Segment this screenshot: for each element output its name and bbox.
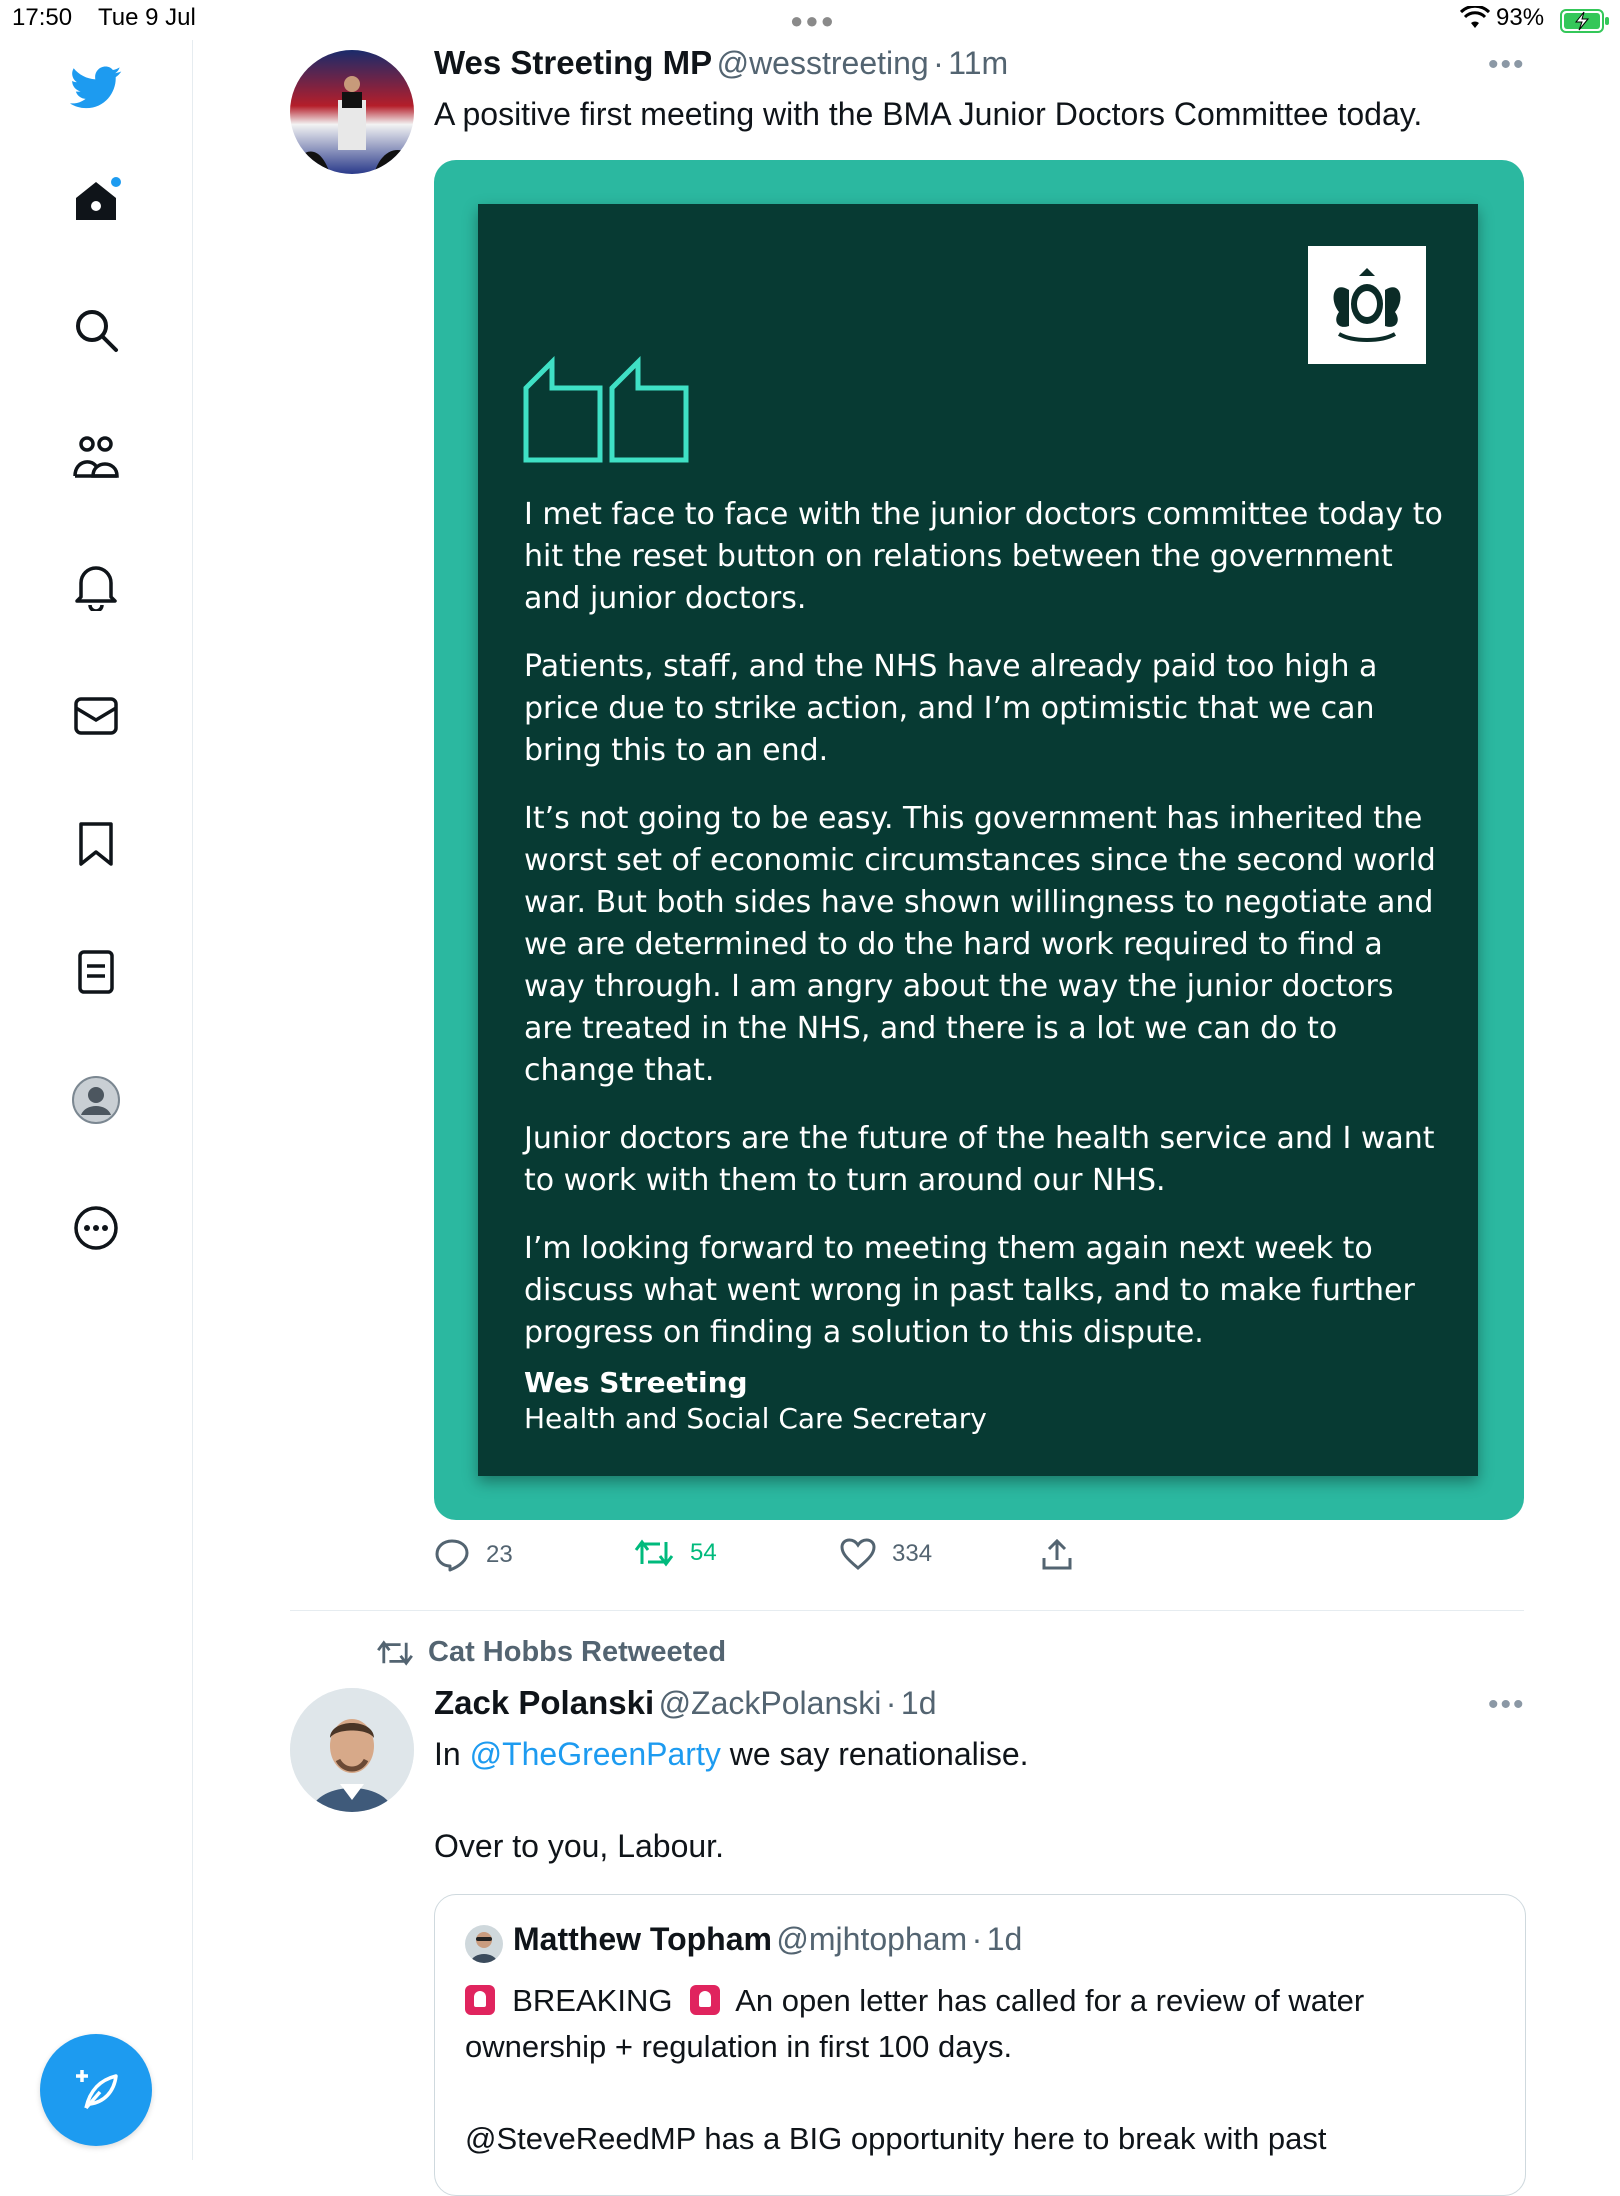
tweet2-more-icon[interactable]: ••• (1488, 1688, 1526, 1722)
sidebar (0, 40, 193, 2160)
quoted-breaking: BREAKING (512, 1983, 673, 2018)
tweet2-text: In @TheGreenParty we say renationalise. (434, 1736, 1029, 1773)
tweet1-text: A positive first meeting with the BMA Ju… (434, 96, 1423, 132)
tweet1-sep: · (933, 45, 944, 81)
tweet2-author-name[interactable]: Zack Polanski (434, 1684, 654, 1721)
wifi-icon (1460, 6, 1490, 28)
retweeted-by[interactable]: Cat Hobbs Retweeted (376, 1636, 726, 1669)
compose-feather-icon (76, 2070, 118, 2110)
status-bar: 17:50 Tue 9 Jul ●●● 93% (0, 0, 1620, 40)
profile-avatar-icon[interactable] (68, 1072, 124, 1128)
siren-emoji-icon (689, 1985, 720, 2015)
battery-percent: 93% (1496, 4, 1545, 31)
notifications-bell-icon[interactable] (68, 558, 124, 614)
card-paragraph-1: I met face to face with the junior docto… (524, 497, 1443, 616)
tweet1-handle[interactable]: @wesstreeting (717, 45, 929, 81)
tweet1-author-name[interactable]: Wes Streeting MP (434, 44, 712, 81)
tweet2-handle[interactable]: @ZackPolanski (659, 1685, 882, 1721)
siren-emoji-icon (465, 1985, 495, 2015)
status-time: 17:50 (12, 4, 73, 31)
reply-icon (435, 1539, 469, 1572)
tweet2-sep: · (885, 1685, 897, 1721)
matthew-topham-avatar (465, 1925, 503, 1963)
share-button[interactable] (1040, 1538, 1074, 1572)
royal-crest-logo (1308, 246, 1426, 364)
quoted-line-2: ownership + regulation in first 100 days… (465, 2029, 1013, 2064)
card-signature-role: Health and Social Care Secretary (524, 1402, 987, 1435)
retweet-icon (377, 1639, 413, 1666)
tweet1-image[interactable]: I met face to face with the junior docto… (434, 160, 1524, 1520)
quoted-tweet[interactable]: Matthew Topham @mjhtopham · 1d BREAKING … (434, 1894, 1526, 2196)
card-paragraph-5: I’m looking forward to meeting them agai… (524, 1231, 1415, 1350)
tweet1-time[interactable]: 11m (948, 45, 1008, 81)
statement-card: I met face to face with the junior docto… (478, 204, 1478, 1476)
retweet-button[interactable]: 54 (634, 1538, 717, 1568)
heart-icon (840, 1538, 876, 1570)
tweet1-header: Wes Streeting MP @wesstreeting · 11m (434, 44, 1008, 82)
quoted-sep: · (971, 1921, 983, 1957)
tweet2-time[interactable]: 1d (901, 1685, 937, 1721)
search-icon[interactable] (68, 302, 124, 358)
retweet-icon (634, 1539, 674, 1567)
quoted-time: 1d (986, 1921, 1023, 1957)
tweet2-header: Zack Polanski @ZackPolanski · 1d (434, 1684, 937, 1722)
tweet2-text-prefix: In (434, 1736, 470, 1772)
more-circle-icon[interactable] (68, 1200, 124, 1256)
card-paragraph-4: Junior doctors are the future of the hea… (524, 1121, 1435, 1198)
tweet-divider (290, 1610, 1524, 1611)
messages-envelope-icon[interactable] (68, 688, 124, 744)
quoted-line-1-rest: An open letter has called for a review o… (735, 1983, 1365, 2018)
card-paragraph-2: Patients, staff, and the NHS have alread… (524, 649, 1378, 768)
quoted-line-1: BREAKING An open letter has called for a… (465, 1983, 1364, 2019)
compose-tweet-button[interactable] (40, 2034, 152, 2146)
communities-icon[interactable] (68, 430, 124, 486)
home-icon[interactable] (68, 172, 124, 228)
wes-streeting-avatar[interactable] (290, 50, 414, 174)
share-icon (1042, 1538, 1072, 1570)
zack-polanski-avatar[interactable] (290, 1688, 414, 1812)
bookmarks-icon[interactable] (68, 816, 124, 872)
battery-charging-icon (1560, 9, 1609, 33)
reply-button[interactable]: 23 (434, 1538, 513, 1572)
tweet1-more-icon[interactable]: ••• (1488, 48, 1526, 82)
retweet-count: 54 (690, 1539, 717, 1566)
quoted-header: Matthew Topham @mjhtopham · 1d (513, 1921, 1022, 1958)
twitter-bird-icon[interactable] (68, 60, 124, 116)
card-paragraph-3: It’s not going to be easy. This governme… (524, 801, 1436, 1088)
like-count: 334 (892, 1540, 933, 1567)
quoted-author-name: Matthew Topham (513, 1921, 772, 1957)
tweet2-text-suffix: we say renationalise. (720, 1736, 1029, 1772)
green-party-mention-link[interactable]: @TheGreenParty (470, 1736, 721, 1772)
reply-count: 23 (486, 1541, 513, 1568)
retweeted-by-label: Cat Hobbs Retweeted (428, 1636, 727, 1668)
lists-icon[interactable] (68, 944, 124, 1000)
quoted-handle: @mjhtopham (776, 1921, 968, 1957)
tweet2-text-line2: Over to you, Labour. (434, 1828, 724, 1864)
like-button[interactable]: 334 (840, 1538, 932, 1570)
card-signature-name: Wes Streeting (524, 1366, 748, 1399)
quoted-line-3: @SteveReedMP has a BIG opportunity here … (465, 2121, 1327, 2156)
status-date: Tue 9 Jul (98, 4, 196, 31)
quote-mark-icon (523, 355, 689, 463)
multitasking-dots-icon[interactable]: ●●● (790, 8, 836, 34)
